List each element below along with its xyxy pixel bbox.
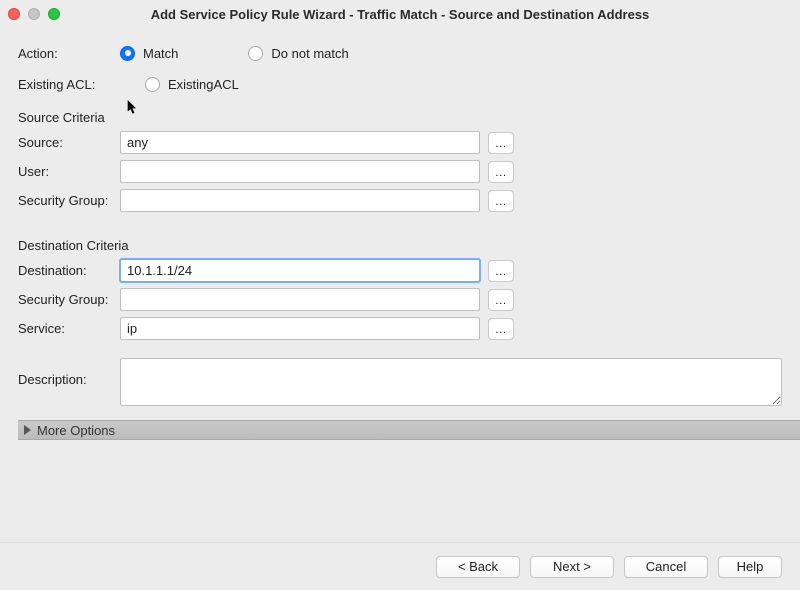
existing-acl-row: Existing ACL: ExistingACL <box>18 72 782 96</box>
dialog-content: Action: Match Do not match Existing ACL:… <box>0 28 800 440</box>
description-row: Description: <box>18 358 782 406</box>
service-label: Service: <box>18 321 120 336</box>
description-input[interactable] <box>120 358 782 406</box>
action-match-option[interactable]: Match <box>120 46 178 61</box>
wizard-footer: < Back Next > Cancel Help <box>0 542 800 590</box>
destination-row: Destination: ... <box>18 259 782 282</box>
destination-security-group-browse-button[interactable]: ... <box>488 289 514 311</box>
service-input[interactable] <box>120 317 480 340</box>
window-controls <box>8 8 78 20</box>
close-window-button[interactable] <box>8 8 20 20</box>
more-options-label: More Options <box>37 423 115 438</box>
destination-browse-button[interactable]: ... <box>488 260 514 282</box>
radio-selected-icon <box>120 46 135 61</box>
user-input[interactable] <box>120 160 480 183</box>
source-security-group-browse-button[interactable]: ... <box>488 190 514 212</box>
minimize-window-button[interactable] <box>28 8 40 20</box>
destination-criteria-title: Destination Criteria <box>18 238 782 253</box>
user-browse-button[interactable]: ... <box>488 161 514 183</box>
existing-acl-label: Existing ACL: <box>18 77 120 92</box>
source-security-group-input[interactable] <box>120 189 480 212</box>
action-radio-group: Match Do not match <box>120 46 349 61</box>
action-do-not-match-option[interactable]: Do not match <box>248 46 348 61</box>
user-label: User: <box>18 164 120 179</box>
existing-acl-option[interactable]: ExistingACL <box>145 77 239 92</box>
source-browse-button[interactable]: ... <box>488 132 514 154</box>
radio-unselected-icon <box>248 46 263 61</box>
destination-security-group-input[interactable] <box>120 288 480 311</box>
help-button[interactable]: Help <box>718 556 782 578</box>
destination-label: Destination: <box>18 263 120 278</box>
source-input[interactable] <box>120 131 480 154</box>
destination-security-group-row: Security Group: ... <box>18 288 782 311</box>
existing-acl-option-label: ExistingACL <box>168 77 239 92</box>
service-browse-button[interactable]: ... <box>488 318 514 340</box>
description-label: Description: <box>18 358 120 387</box>
source-criteria-title: Source Criteria <box>18 110 782 125</box>
back-button[interactable]: < Back <box>436 556 520 578</box>
source-label: Source: <box>18 135 120 150</box>
destination-input[interactable] <box>120 259 480 282</box>
zoom-window-button[interactable] <box>48 8 60 20</box>
source-security-group-row: Security Group: ... <box>18 189 782 212</box>
action-row: Action: Match Do not match <box>18 41 782 65</box>
radio-unselected-icon <box>145 77 160 92</box>
source-row: Source: ... <box>18 131 782 154</box>
service-row: Service: ... <box>18 317 782 340</box>
disclosure-triangle-icon <box>24 425 31 435</box>
action-do-not-match-label: Do not match <box>271 46 348 61</box>
titlebar: Add Service Policy Rule Wizard - Traffic… <box>0 0 800 28</box>
cancel-button[interactable]: Cancel <box>624 556 708 578</box>
action-match-label: Match <box>143 46 178 61</box>
user-row: User: ... <box>18 160 782 183</box>
source-security-group-label: Security Group: <box>18 193 120 208</box>
destination-security-group-label: Security Group: <box>18 292 120 307</box>
action-label: Action: <box>18 46 120 61</box>
window-title: Add Service Policy Rule Wizard - Traffic… <box>78 7 792 22</box>
next-button[interactable]: Next > <box>530 556 614 578</box>
more-options-disclosure[interactable]: More Options <box>18 420 800 440</box>
